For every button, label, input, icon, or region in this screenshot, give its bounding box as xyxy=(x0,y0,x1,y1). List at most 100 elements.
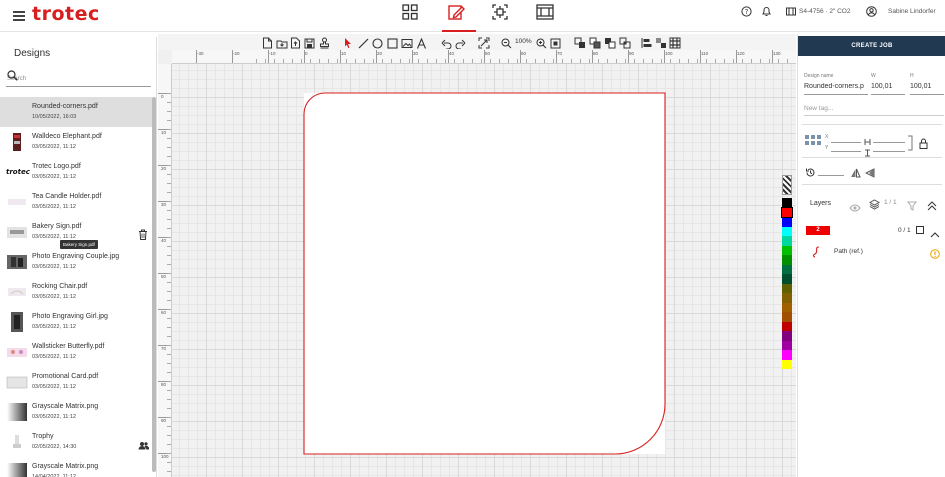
rotation-field[interactable] xyxy=(818,175,844,176)
x-field[interactable] xyxy=(831,142,861,143)
group-icon[interactable] xyxy=(574,36,586,48)
design-list-item[interactable]: trotec Trotec Logo.pdf 03/05/2022, 11:12 xyxy=(0,157,152,187)
shared-users-icon[interactable] xyxy=(138,437,150,455)
layer-color-tag[interactable]: 2 xyxy=(806,226,830,235)
color-swatch[interactable] xyxy=(782,245,792,255)
design-list-item[interactable]: Rocking Chair.pdf 03/05/2022, 11:12 xyxy=(0,277,152,307)
stamp-icon[interactable] xyxy=(319,36,331,49)
color-swatch[interactable] xyxy=(782,331,792,341)
ellipse-tool-icon[interactable] xyxy=(372,36,384,49)
design-list-item[interactable]: Trophy 02/05/2022, 14:30 xyxy=(0,427,152,457)
laser-device-icon[interactable] xyxy=(786,7,796,18)
color-swatch[interactable] xyxy=(782,226,792,236)
job-prepare-icon[interactable] xyxy=(492,4,514,26)
undo-icon[interactable] xyxy=(441,36,453,50)
color-swatch[interactable] xyxy=(782,236,792,246)
zoom-out-icon[interactable] xyxy=(501,36,513,49)
tag-input[interactable]: New tag... xyxy=(804,105,833,112)
redo-icon[interactable] xyxy=(455,36,467,50)
rectangle-tool-icon[interactable] xyxy=(387,36,399,49)
design-list-item[interactable]: Photo Engraving Girl.jpg 03/05/2022, 11:1… xyxy=(0,307,152,337)
color-swatch[interactable] xyxy=(782,255,792,265)
export-icon[interactable] xyxy=(290,36,302,49)
layer-checkbox[interactable] xyxy=(916,226,924,234)
h-field[interactable] xyxy=(873,151,905,152)
device-name[interactable]: S4-4756 · 2" CO2 xyxy=(799,8,850,15)
color-swatch[interactable] xyxy=(782,274,792,284)
combine-icon[interactable] xyxy=(589,36,601,49)
design-list-item[interactable]: Grayscale Matrix.png 03/05/2022, 11:12 xyxy=(0,397,152,427)
color-swatch[interactable] xyxy=(782,283,792,293)
zoom-in-icon[interactable] xyxy=(536,36,548,49)
path-label[interactable]: Path (ref.) xyxy=(834,248,863,255)
layer-collapse-icon[interactable] xyxy=(930,226,940,244)
fit-to-material-icon[interactable] xyxy=(478,36,490,49)
anchor-point-icon[interactable] xyxy=(805,135,821,154)
help-icon[interactable]: ? xyxy=(741,6,752,19)
warning-icon[interactable] xyxy=(930,246,940,264)
menu-icon[interactable] xyxy=(13,11,25,21)
color-swatch[interactable] xyxy=(782,302,792,312)
save-icon[interactable] xyxy=(304,36,316,49)
subtract-icon[interactable] xyxy=(604,36,616,49)
intersect-icon[interactable] xyxy=(619,36,631,49)
design-list-item[interactable]: Rounded-corners.pdf 10/05/2022, 16:03 xyxy=(0,97,152,127)
user-name[interactable]: Sabine Lindorfer xyxy=(888,8,936,15)
design-name-field[interactable]: Rounded-corners.p xyxy=(804,83,868,90)
design-list-item[interactable]: Photo Engraving Couple.jpg 03/05/2022, 11… xyxy=(0,247,152,277)
flip-horizontal-icon[interactable] xyxy=(864,165,875,183)
color-swatch[interactable] xyxy=(782,321,792,331)
color-swatch[interactable] xyxy=(782,264,792,274)
design-list-item[interactable]: Promotional Card.pdf 03/05/2022, 11:12 xyxy=(0,367,152,397)
palette-pattern-swatch[interactable] xyxy=(782,175,792,195)
design-list-item[interactable]: Tea Candle Holder.pdf 03/05/2022, 11:12 xyxy=(0,187,152,217)
width-field[interactable]: 100,01 xyxy=(871,83,905,90)
design-edit-icon[interactable] xyxy=(442,4,476,32)
color-swatch[interactable] xyxy=(782,340,792,350)
laser-queue-icon[interactable] xyxy=(536,4,558,26)
zoom-fit-icon[interactable] xyxy=(550,36,562,49)
search-icon[interactable] xyxy=(7,70,150,83)
color-swatch[interactable] xyxy=(782,350,792,360)
select-arrow-icon[interactable] xyxy=(343,36,355,48)
trash-icon[interactable] xyxy=(138,227,148,245)
create-job-button[interactable]: CREATE JOB xyxy=(798,36,945,56)
arrange-icon[interactable] xyxy=(655,36,667,48)
collapse-all-icon[interactable] xyxy=(927,198,937,216)
color-swatch[interactable] xyxy=(782,198,792,208)
svg-text:?: ? xyxy=(745,8,749,16)
w-field[interactable] xyxy=(873,142,905,143)
height-field[interactable]: 100,01 xyxy=(910,83,944,90)
height-label: H xyxy=(910,73,914,79)
color-swatch[interactable] xyxy=(781,206,793,218)
color-swatch[interactable] xyxy=(782,293,792,303)
import-icon[interactable] xyxy=(276,36,288,49)
layers-stack-icon[interactable] xyxy=(868,197,881,215)
design-list-item[interactable]: Walldeco Elephant.pdf 03/05/2022, 11:12 xyxy=(0,127,152,157)
color-swatch[interactable] xyxy=(782,359,792,369)
sidebar-scrollbar[interactable] xyxy=(152,97,156,472)
rotate-icon[interactable] xyxy=(805,165,816,183)
design-thumbnail xyxy=(6,132,28,152)
grid-view-icon[interactable] xyxy=(402,4,424,26)
search-input[interactable]: Search xyxy=(6,70,151,87)
filter-icon[interactable] xyxy=(907,198,917,216)
text-tool-icon[interactable] xyxy=(416,36,428,49)
visibility-eye-icon[interactable] xyxy=(849,199,861,217)
lock-icon[interactable] xyxy=(919,136,928,154)
design-list-item[interactable]: Grayscale Matrix.png 14/04/2022, 11:12 xyxy=(0,457,152,477)
image-tool-icon[interactable] xyxy=(401,36,413,48)
line-tool-icon[interactable] xyxy=(358,36,370,49)
design-canvas[interactable]: -50-40-30-20-100102030405060708090100110… xyxy=(158,50,796,477)
grid-toggle-icon[interactable] xyxy=(669,36,681,49)
color-swatch[interactable] xyxy=(782,312,792,322)
new-file-icon[interactable] xyxy=(262,36,274,49)
notification-bell-icon[interactable] xyxy=(761,5,772,19)
color-swatch[interactable] xyxy=(782,217,792,227)
user-avatar-icon[interactable] xyxy=(866,6,877,19)
y-field[interactable] xyxy=(831,151,861,152)
flip-vertical-icon[interactable] xyxy=(850,165,861,183)
zoom-level[interactable]: 100% xyxy=(515,38,532,45)
design-list-item[interactable]: Wallsticker Butterfly.pdf 03/05/2022, 11:… xyxy=(0,337,152,367)
align-icon[interactable] xyxy=(641,36,653,48)
